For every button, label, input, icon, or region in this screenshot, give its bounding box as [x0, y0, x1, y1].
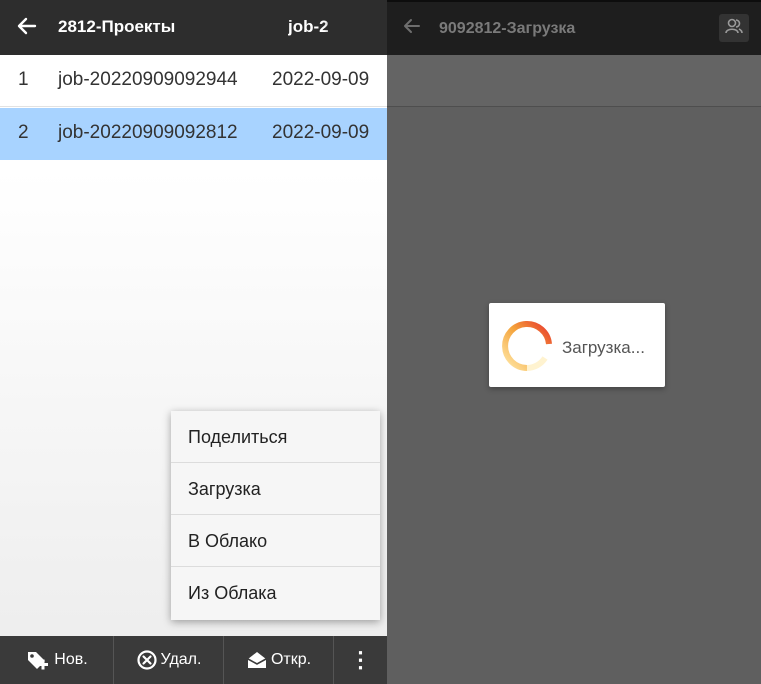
more-button[interactable]: ⋮: [334, 636, 387, 684]
back-arrow-icon[interactable]: [399, 13, 425, 39]
menu-item-from-cloud[interactable]: Из Облака: [171, 567, 380, 619]
row-number: 2: [18, 122, 29, 143]
page-title: 9092812-Загрузка: [439, 20, 576, 37]
app-bar-dimmed: 9092812-Загрузка: [387, 0, 761, 55]
row-job-name: job-20220909092812: [58, 122, 238, 143]
open-label: Откр.: [270, 651, 312, 668]
list-item-selected[interactable]: 2 job-20220909092812 2022-09-09: [0, 108, 387, 160]
loading-text: Загрузка...: [562, 338, 645, 357]
open-envelope-icon: [246, 650, 268, 670]
back-arrow-icon[interactable]: [14, 13, 40, 39]
new-button[interactable]: Нов.: [0, 636, 114, 684]
loading-dialog: Загрузка...: [489, 303, 665, 387]
menu-item-to-cloud[interactable]: В Облако: [171, 515, 380, 567]
spinner-icon: [499, 318, 555, 379]
row-date: 2022-09-09: [272, 122, 370, 143]
menu-item-share[interactable]: Поделиться: [171, 411, 380, 463]
new-label: Нов.: [54, 651, 88, 668]
row-date: 2022-09-09: [272, 69, 370, 90]
context-menu: Поделиться Загрузка В Облако Из Облака: [171, 411, 380, 620]
delete-label: Удал.: [160, 651, 202, 668]
app-bar: 2812-Проекты job-2: [0, 0, 387, 55]
bottom-toolbar: Нов. Удал. Откр. ⋮: [0, 636, 387, 684]
tag-add-icon: [25, 648, 51, 672]
page-title-secondary: job-2: [288, 17, 329, 36]
projects-panel: 2812-Проекты job-2 1 job-20220909092944 …: [0, 0, 387, 684]
page-title: 2812-Проекты: [58, 17, 176, 36]
loading-panel: 9092812-Загрузка Загрузка...: [387, 0, 761, 684]
dimmed-row: [387, 55, 761, 107]
more-vert-icon: ⋮: [349, 647, 372, 672]
users-button[interactable]: [719, 14, 749, 42]
row-job-name: job-20220909092944: [58, 69, 238, 90]
menu-item-load[interactable]: Загрузка: [171, 463, 380, 515]
divider: [387, 0, 761, 2]
users-icon: [724, 17, 744, 40]
cancel-circle-icon: [136, 649, 158, 671]
row-number: 1: [18, 69, 29, 90]
delete-button[interactable]: Удал.: [114, 636, 224, 684]
list-item[interactable]: 1 job-20220909092944 2022-09-09: [0, 55, 387, 107]
open-button[interactable]: Откр.: [224, 636, 334, 684]
